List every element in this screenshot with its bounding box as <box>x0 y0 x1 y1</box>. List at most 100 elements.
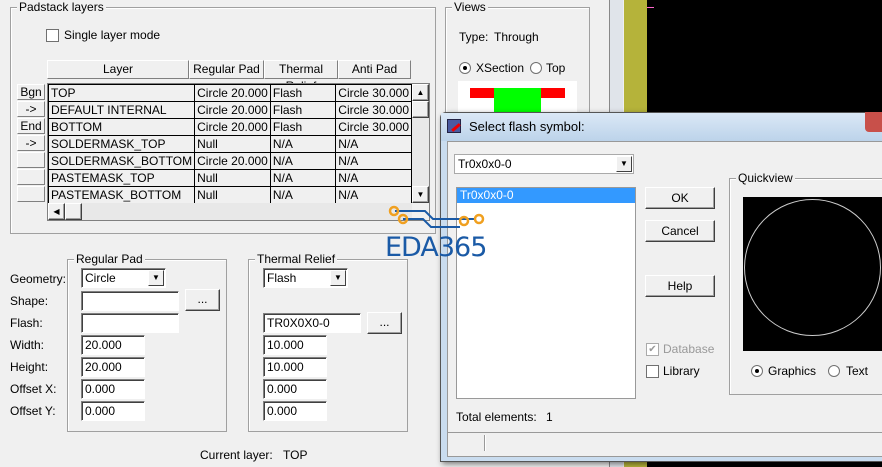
close-button[interactable] <box>865 112 882 132</box>
h-scroll-thumb[interactable] <box>65 203 82 220</box>
regular-offset-x-input[interactable]: 0.000 <box>81 379 145 399</box>
symbol-list-item[interactable]: Tr0x0x0-0 <box>457 188 635 203</box>
ok-button[interactable]: OK <box>645 187 715 209</box>
layer-row-button[interactable]: -> <box>17 101 45 117</box>
table-cell[interactable]: Null <box>194 135 271 153</box>
table-cell[interactable]: Circle 30.000 <box>335 84 412 102</box>
xsection-radio[interactable] <box>459 62 471 74</box>
table-row[interactable]: PASTEMASK_BOTTOM Null N/A N/A <box>47 186 412 204</box>
thermal-flash-browse-button[interactable]: ... <box>367 312 402 334</box>
symbol-filter-value: Tr0x0x0-0 <box>458 157 512 171</box>
thermal-height-input[interactable]: 10.000 <box>263 357 327 377</box>
layer-row-button[interactable] <box>17 186 45 202</box>
column-header-layer[interactable]: Layer <box>47 60 189 79</box>
thermal-geometry-value: Flash <box>267 271 297 285</box>
table-cell[interactable]: N/A <box>335 152 412 170</box>
layer-row-button[interactable]: -> <box>17 135 45 151</box>
regular-shape-browse-button[interactable]: ... <box>185 289 220 311</box>
table-cell[interactable]: Circle 30.000 <box>335 118 412 136</box>
table-cell[interactable]: N/A <box>269 186 337 204</box>
table-cell[interactable]: Flash <box>269 84 337 102</box>
layer-row-button[interactable] <box>17 152 45 168</box>
regular-flash-input[interactable] <box>81 313 179 333</box>
table-cell[interactable]: Circle 20.000 <box>194 101 271 119</box>
table-cell[interactable]: N/A <box>335 186 412 204</box>
top-label: Top <box>546 61 566 75</box>
regular-width-input[interactable]: 20.000 <box>81 335 145 355</box>
total-elements-value: 1 <box>546 410 553 424</box>
table-cell[interactable]: Circle 30.000 <box>335 101 412 119</box>
layer-row-button[interactable] <box>17 169 45 185</box>
table-row[interactable]: SOLDERMASK_TOP Null N/A N/A <box>47 135 412 153</box>
thermal-geometry-select[interactable]: Flash ▼ <box>263 268 348 288</box>
database-checkbox[interactable]: ✔ <box>646 343 659 356</box>
current-layer-value: TOP <box>283 448 308 462</box>
scroll-down-arrow[interactable]: ▼ <box>412 186 429 203</box>
vertical-scrollbar[interactable]: ▲ ▼ <box>412 84 429 203</box>
regular-offset-y-input[interactable]: 0.000 <box>81 401 145 421</box>
thermal-offset-y-input[interactable]: 0.000 <box>263 401 327 421</box>
scroll-thumb[interactable] <box>412 101 429 118</box>
thermal-flash-input[interactable]: TR0X0X0-0 <box>263 313 361 333</box>
table-cell[interactable]: TOP <box>47 84 196 102</box>
thermal-relief-title: Thermal Relief <box>255 252 338 266</box>
height-label: Height: <box>10 360 49 374</box>
regular-shape-input[interactable] <box>81 291 179 311</box>
table-cell[interactable]: Circle 20.000 <box>194 152 271 170</box>
thermal-offset-x-input[interactable]: 0.000 <box>263 379 327 399</box>
column-header-anti-pad[interactable]: Anti Pad <box>338 60 411 79</box>
table-row[interactable]: SOLDERMASK_BOTTOM Circle 20.000 N/A N/A <box>47 152 412 170</box>
help-button[interactable]: Help <box>645 275 715 297</box>
table-cell[interactable]: Flash <box>269 101 337 119</box>
column-header-thermal-relief[interactable]: Thermal Relief <box>264 60 338 93</box>
table-cell[interactable]: Circle 20.000 <box>194 84 271 102</box>
table-cell[interactable]: N/A <box>269 169 337 187</box>
table-cell[interactable]: SOLDERMASK_BOTTOM <box>47 152 196 170</box>
dialog-title-bar[interactable]: Select flash symbol: <box>441 112 882 141</box>
top-radio[interactable] <box>530 62 542 74</box>
table-cell[interactable]: Null <box>194 169 271 187</box>
horizontal-scrollbar[interactable]: ◀ <box>48 203 412 220</box>
table-cell[interactable]: PASTEMASK_TOP <box>47 169 196 187</box>
flash-label: Flash: <box>10 316 43 330</box>
chevron-down-icon[interactable]: ▼ <box>616 156 632 172</box>
scroll-up-arrow[interactable]: ▲ <box>412 84 429 101</box>
regular-geometry-select[interactable]: Circle ▼ <box>81 268 166 288</box>
views-title: Views <box>452 0 488 14</box>
graphics-radio[interactable] <box>751 365 763 377</box>
shape-label: Shape: <box>10 294 49 308</box>
offset-y-label: Offset Y: <box>10 404 56 418</box>
layer-row-button[interactable]: Bgn <box>17 84 45 100</box>
table-row[interactable]: TOP Circle 20.000 Flash Circle 30.000 <box>47 84 412 102</box>
table-cell[interactable]: PASTEMASK_BOTTOM <box>47 186 196 204</box>
table-cell[interactable]: SOLDERMASK_TOP <box>47 135 196 153</box>
table-cell[interactable]: DEFAULT INTERNAL <box>47 101 196 119</box>
single-layer-mode-checkbox[interactable] <box>46 29 59 42</box>
layer-row-button[interactable]: End <box>17 118 45 134</box>
symbol-filter-combo[interactable]: Tr0x0x0-0 ▼ <box>454 154 634 174</box>
xsection-label: XSection <box>476 61 525 75</box>
library-checkbox[interactable] <box>646 365 659 378</box>
cancel-button[interactable]: Cancel <box>645 220 715 242</box>
table-cell[interactable]: Null <box>194 186 271 204</box>
chevron-down-icon[interactable]: ▼ <box>330 270 346 286</box>
thermal-width-input[interactable]: 10.000 <box>263 335 327 355</box>
table-cell[interactable]: BOTTOM <box>47 118 196 136</box>
dialog-title: Select flash symbol: <box>469 119 585 134</box>
table-cell[interactable]: N/A <box>269 152 337 170</box>
table-row[interactable]: DEFAULT INTERNAL Circle 20.000 Flash Circle… <box>47 101 412 119</box>
table-cell[interactable]: N/A <box>335 169 412 187</box>
regular-height-input[interactable]: 20.000 <box>81 357 145 377</box>
xsection-preview <box>458 81 577 118</box>
table-cell[interactable]: Flash <box>269 118 337 136</box>
column-header-regular-pad[interactable]: Regular Pad <box>189 60 264 79</box>
regular-pad-title: Regular Pad <box>74 252 145 266</box>
table-row[interactable]: BOTTOM Circle 20.000 Flash Circle 30.000 <box>47 118 412 136</box>
text-radio[interactable] <box>828 365 840 377</box>
table-row[interactable]: PASTEMASK_TOP Null N/A N/A <box>47 169 412 187</box>
scroll-left-arrow[interactable]: ◀ <box>48 203 65 220</box>
table-cell[interactable]: N/A <box>335 135 412 153</box>
table-cell[interactable]: Circle 20.000 <box>194 118 271 136</box>
table-cell[interactable]: N/A <box>269 135 337 153</box>
chevron-down-icon[interactable]: ▼ <box>148 270 164 286</box>
